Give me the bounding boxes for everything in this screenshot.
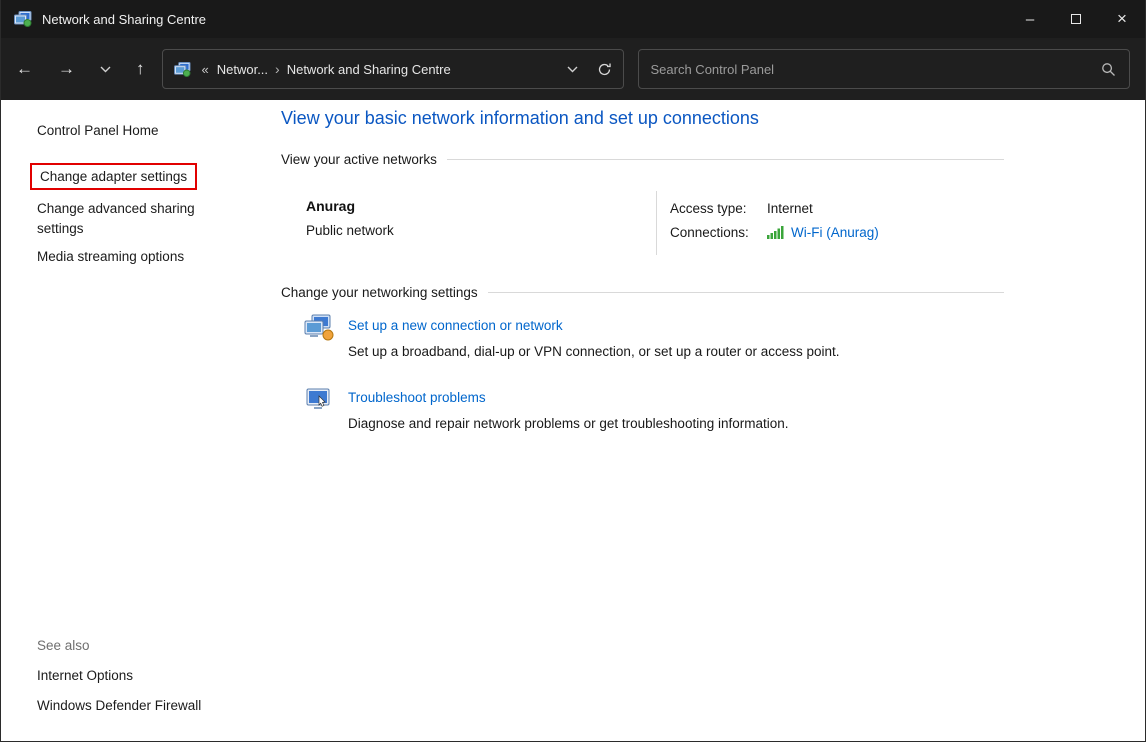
address-dropdown-chevron-icon[interactable]	[557, 50, 589, 88]
breadcrumb-overflow-button[interactable]: «	[199, 62, 212, 77]
window-title: Network and Sharing Centre	[42, 12, 206, 27]
breadcrumb-parent[interactable]: Networ...	[212, 62, 273, 77]
maximize-button[interactable]	[1053, 0, 1099, 38]
page-title: View your basic network information and …	[281, 108, 759, 129]
setup-new-connection-description: Set up a broadband, dial-up or VPN conne…	[348, 344, 840, 359]
connections-label: Connections:	[670, 225, 767, 240]
window-controls: – ×	[1007, 0, 1145, 38]
connections-row: Connections: Wi-Fi (Anurag)	[670, 222, 1005, 242]
search-icon[interactable]	[1101, 62, 1116, 77]
troubleshoot-problems-description: Diagnose and repair network problems or …	[348, 416, 789, 431]
forward-button[interactable]: →	[58, 59, 75, 79]
maximize-icon	[1071, 14, 1081, 24]
minimize-button[interactable]: –	[1007, 0, 1053, 38]
sidebar-item-windows-defender-firewall[interactable]: Windows Defender Firewall	[37, 698, 201, 713]
search-input[interactable]	[639, 62, 1102, 77]
section-divider	[488, 292, 1004, 293]
troubleshoot-problems-link[interactable]: Troubleshoot problems	[348, 390, 486, 405]
network-name: Anurag	[306, 198, 355, 214]
wifi-signal-icon	[767, 226, 785, 239]
search-box[interactable]	[638, 49, 1131, 89]
networking-settings-section-title: Change your networking settings	[281, 285, 478, 300]
sidebar-item-change-advanced-sharing-settings[interactable]: Change advanced sharing settings	[37, 199, 219, 239]
address-network-icon	[174, 62, 191, 77]
refresh-button[interactable]	[589, 50, 621, 88]
wifi-connection-link[interactable]: Wi-Fi (Anurag)	[791, 225, 879, 240]
sidebar-item-change-adapter-settings-highlighted[interactable]: Change adapter settings	[30, 163, 197, 190]
breadcrumb-separator-icon: ›	[273, 61, 282, 77]
close-button[interactable]: ×	[1099, 0, 1145, 38]
access-type-row: Access type: Internet	[670, 198, 1005, 218]
new-connection-icon	[304, 314, 334, 346]
network-details-panel: Access type: Internet Connections: Wi-Fi…	[656, 191, 1005, 255]
recent-pages-chevron-icon[interactable]	[100, 66, 111, 73]
app-network-icon	[14, 11, 32, 27]
active-networks-section-header: View your active networks	[281, 152, 1004, 167]
troubleshoot-icon	[306, 388, 332, 417]
navigation-toolbar: ← → ↑ « Networ... › Network and Sharing …	[1, 38, 1145, 100]
access-type-label: Access type:	[670, 201, 767, 216]
section-divider	[447, 159, 1004, 160]
sidebar-item-internet-options[interactable]: Internet Options	[37, 668, 133, 683]
sidebar-item-media-streaming-options[interactable]: Media streaming options	[37, 249, 184, 264]
network-type: Public network	[306, 223, 394, 238]
back-button[interactable]: ←	[16, 59, 33, 79]
breadcrumb-current[interactable]: Network and Sharing Centre	[282, 62, 456, 77]
title-bar: Network and Sharing Centre – ×	[1, 0, 1145, 38]
setup-new-connection-link[interactable]: Set up a new connection or network	[348, 318, 563, 333]
networking-settings-section-header: Change your networking settings	[281, 285, 1004, 300]
active-networks-section-title: View your active networks	[281, 152, 437, 167]
see-also-header: See also	[37, 638, 90, 653]
access-type-value: Internet	[767, 201, 813, 216]
nav-buttons: ← → ↑	[16, 59, 145, 79]
network-sharing-centre-window: Network and Sharing Centre – × ← → ↑	[0, 0, 1146, 742]
up-button[interactable]: ↑	[136, 59, 145, 79]
address-bar[interactable]: « Networ... › Network and Sharing Centre	[162, 49, 624, 89]
sidebar-item-control-panel-home[interactable]: Control Panel Home	[37, 123, 159, 138]
